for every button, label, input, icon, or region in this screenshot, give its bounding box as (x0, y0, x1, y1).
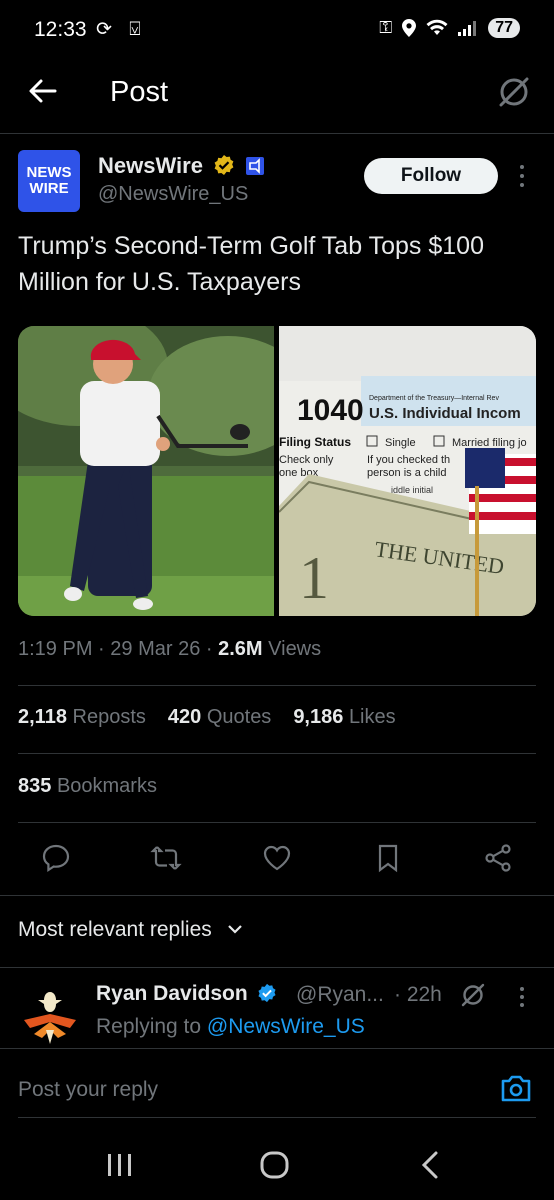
status-time: 12:33 (34, 18, 87, 41)
reposts-stat[interactable]: 2,118 Reposts (18, 706, 146, 729)
back-arrow-icon[interactable] (28, 76, 58, 106)
views-label: Views (268, 638, 322, 660)
author-name: NewsWire (98, 153, 203, 178)
verified-badge-icon (258, 983, 276, 1003)
system-nav-bar (108, 1151, 438, 1179)
nav-back-icon[interactable] (421, 1151, 438, 1179)
reply-divider (0, 1048, 554, 1049)
recent-apps-icon[interactable] (108, 1154, 131, 1176)
location-icon (402, 19, 417, 37)
follow-button[interactable]: Follow (364, 158, 498, 194)
engagement-stats: 2,118 Reposts 420 Quotes 9,186 Likes (18, 706, 396, 729)
reply-composer-input[interactable] (18, 1070, 478, 1110)
replying-to: Replying to @NewsWire_US (96, 1015, 365, 1039)
check-only: Check only (279, 454, 334, 466)
golf-photo[interactable] (18, 326, 274, 616)
status-right-icons: ⚿ 77 (379, 18, 520, 38)
reposts-count: 2,118 (18, 706, 67, 728)
reply-sort-label: Most relevant replies (18, 918, 212, 941)
home-icon[interactable] (260, 1151, 289, 1179)
quotes-label: Quotes (206, 706, 272, 728)
affiliate-badge-icon (246, 157, 265, 175)
form-title: U.S. Individual Incom (369, 405, 521, 422)
meta-divider (18, 685, 536, 686)
if-checked: If you checked th (367, 454, 450, 466)
reply-sort-dropdown[interactable]: Most relevant replies (18, 918, 244, 942)
header-divider (0, 133, 554, 134)
author-handle[interactable]: @NewsWire_US (98, 183, 248, 206)
middle-initial: iddle initial (391, 485, 433, 495)
composer-divider (18, 1117, 536, 1118)
wifi-icon (426, 19, 448, 35)
camera-icon[interactable] (500, 1073, 532, 1103)
replying-prefix: Replying to (96, 1015, 202, 1038)
likes-label: Likes (348, 706, 396, 728)
form-dept: Department of the Treasury—Internal Rev (369, 395, 499, 402)
quotes-stat[interactable]: 420 Quotes (168, 706, 271, 729)
verified-badge-icon (214, 155, 234, 175)
sort-divider (0, 967, 554, 968)
form-number: 1040 (297, 394, 364, 427)
more-options-icon[interactable] (514, 162, 530, 190)
views-count: 2.6M (218, 638, 263, 660)
post-media[interactable]: 1040 Department of the Treasury—Internal… (18, 326, 536, 616)
single-label: Single (385, 437, 416, 449)
avatar-text-line1: NEWS (26, 164, 72, 181)
bookmarks-divider (18, 822, 536, 823)
chevron-down-icon (227, 925, 242, 934)
status-notification-icons: ⟳ ⍌ (96, 19, 147, 40)
reply-author-row[interactable]: Ryan Davidson (96, 982, 277, 1006)
bill-numeral: 1 (299, 545, 329, 611)
post-date: 29 Mar 26 (110, 638, 201, 660)
newswire-avatar[interactable]: NEWS WIRE (18, 150, 80, 212)
tax-form-photo[interactable]: 1040 Department of the Treasury—Internal… (279, 326, 536, 616)
filing-status: Filing Status (279, 435, 351, 449)
avatar-text-line2: WIRE (29, 180, 69, 197)
stats-divider (18, 753, 536, 754)
likes-stat[interactable]: 9,186 Likes (293, 706, 395, 729)
grok-icon[interactable] (460, 982, 486, 1008)
bookmarks-stat[interactable]: 835 Bookmarks (18, 775, 157, 798)
post-meta: 1:19 PM · 29 Mar 26 · 2.6M Views (18, 638, 322, 660)
likes-count: 9,186 (293, 706, 344, 728)
page-title: Post (110, 76, 169, 108)
like-icon[interactable] (261, 842, 293, 874)
reposts-label: Reposts (72, 706, 146, 728)
post-time: 1:19 PM (18, 638, 93, 660)
signal-icon (458, 21, 477, 36)
bookmarks-count: 835 (18, 775, 52, 797)
reply-timestamp: · 22h (394, 983, 442, 1006)
bookmarks-label: Bookmarks (56, 775, 157, 797)
more-options-icon[interactable] (514, 984, 530, 1010)
key-icon: ⚿ (379, 18, 393, 37)
share-icon[interactable] (482, 842, 514, 874)
reply-author-name: Ryan Davidson (96, 982, 248, 1005)
repost-icon[interactable] (150, 842, 182, 874)
grok-icon[interactable] (496, 74, 532, 110)
post-text: Trump’s Second-Term Golf Tab Tops $100 M… (18, 232, 484, 296)
replying-handle-link[interactable]: @NewsWire_US (207, 1015, 365, 1038)
reply-author-handle[interactable]: @Ryan... (296, 983, 384, 1007)
actions-divider (0, 895, 554, 896)
battery-icon: 77 (488, 18, 520, 38)
quotes-count: 420 (167, 706, 202, 728)
reply-icon[interactable] (40, 842, 72, 874)
reply-avatar[interactable] (18, 984, 82, 1048)
married-label: Married filing jo (452, 437, 527, 449)
author-name-row[interactable]: NewsWire (98, 153, 265, 179)
person-child: person is a child (367, 467, 447, 479)
bookmark-icon[interactable] (372, 842, 404, 874)
